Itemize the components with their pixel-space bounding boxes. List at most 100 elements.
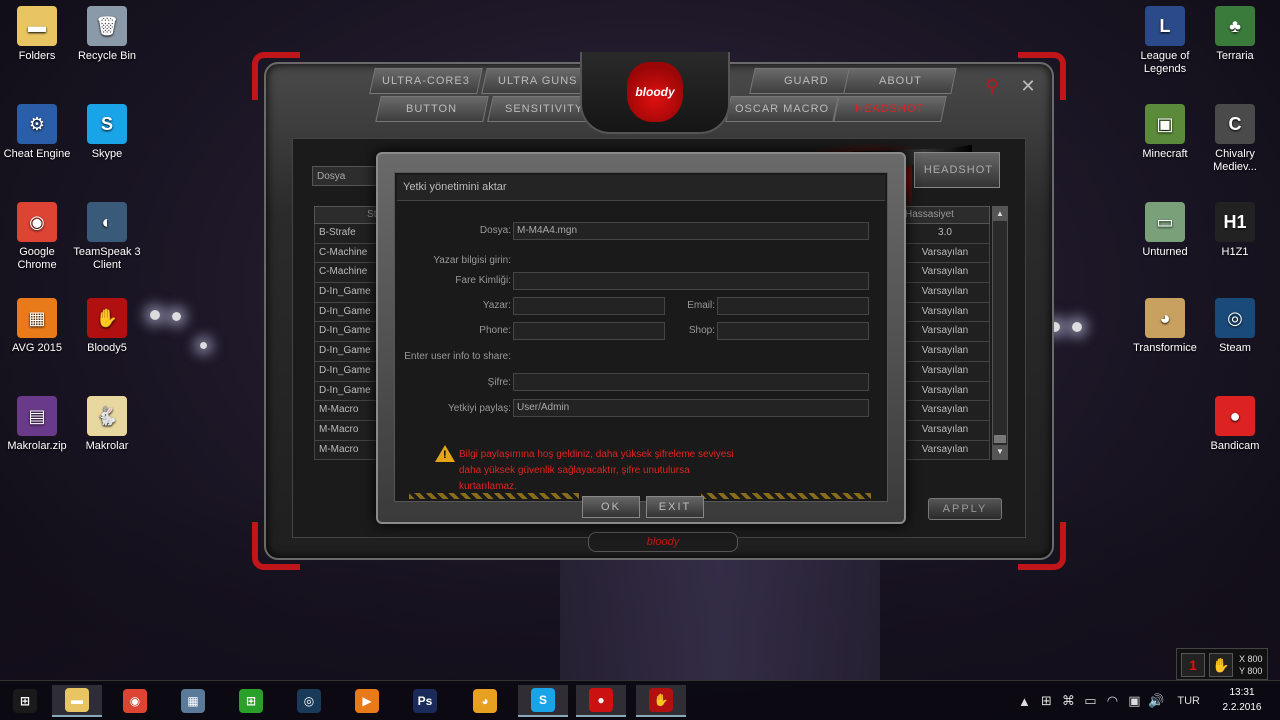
chevron-up-icon[interactable]: ▲ xyxy=(1013,694,1035,709)
desktop-icon[interactable]: ▬ Folders xyxy=(0,6,74,63)
desktop-icon[interactable]: 🗑 Recycle Bin xyxy=(70,6,144,63)
desktop-icon[interactable]: L League of Legends xyxy=(1128,6,1202,76)
sensitivity-row[interactable]: Varsayılan xyxy=(900,401,990,421)
desktop-icon-label: Cheat Engine xyxy=(3,148,71,160)
taskbar-item[interactable]: ▶ xyxy=(342,685,392,717)
skype-icon: S xyxy=(87,104,127,144)
phone-input[interactable] xyxy=(513,322,665,340)
taskbar-item[interactable]: ⊞ xyxy=(0,685,50,717)
taskbar-item[interactable]: ✋ xyxy=(636,685,686,717)
desktop-icon-label: Transformice xyxy=(1133,342,1197,354)
sensitivity-row[interactable]: Varsayılan xyxy=(900,283,990,303)
desktop-icon-label: H1Z1 xyxy=(1221,246,1249,258)
desktop-icon[interactable]: ✋ Bloody5 xyxy=(70,298,144,355)
sensitivity-row[interactable]: Varsayılan xyxy=(900,381,990,402)
sensitivity-row[interactable]: Varsayılan xyxy=(900,440,990,461)
logo-text: bloody xyxy=(635,85,675,99)
desktop-icon-label: Steam xyxy=(1219,342,1251,354)
headshot-button[interactable]: Headshot xyxy=(914,152,1000,188)
desktop-icon[interactable]: ▤ Makrolar.zip xyxy=(0,396,74,453)
desktop-icon-label: Minecraft xyxy=(1142,148,1188,160)
wallpaper-light xyxy=(1072,322,1082,332)
tab-ultra-guns[interactable]: Ultra Guns xyxy=(481,68,595,94)
tab-ultra-core3[interactable]: Ultra-Core3 xyxy=(369,68,483,94)
warning-text: Bilgi paylaşımına hoş geldiniz, daha yük… xyxy=(459,449,734,492)
taskbar-item[interactable]: ◉ xyxy=(110,685,160,717)
sensitivity-row[interactable]: Varsayılan xyxy=(900,302,990,323)
share-permission-select[interactable]: User/Admin xyxy=(513,399,869,417)
taskbar-item[interactable]: ▬ xyxy=(52,685,102,717)
desktop-icon[interactable]: ▭ Unturned xyxy=(1128,202,1202,259)
h1z1-icon: H1 xyxy=(1215,202,1255,242)
desktop-icon[interactable]: ⚙ Cheat Engine xyxy=(0,104,74,161)
tab-button[interactable]: Button xyxy=(375,96,489,122)
mouse-id-input[interactable] xyxy=(513,272,869,290)
tab-headshot[interactable]: Headshot xyxy=(833,96,947,122)
sensitivity-row[interactable]: Varsayılan xyxy=(900,263,990,284)
dosya-field[interactable]: Dosya xyxy=(312,166,382,186)
email-label: Email: xyxy=(687,300,715,311)
close-icon[interactable]: ✕ xyxy=(1018,76,1038,96)
email-input[interactable] xyxy=(717,297,869,315)
taskbar-item[interactable]: ◕ xyxy=(460,685,510,717)
file-explorer-icon: ▬ xyxy=(65,688,89,712)
headshot-mode-icon[interactable]: 1 xyxy=(1181,653,1205,677)
bloody-tray-widget[interactable]: 1 ✋ X 800 Y 800 xyxy=(1176,648,1268,680)
password-input[interactable] xyxy=(513,373,869,391)
taskbar-item[interactable]: ▦ xyxy=(168,685,218,717)
desktop-icon[interactable]: ▦ AVG 2015 xyxy=(0,298,74,355)
tab-oscar-macro[interactable]: Oscar Macro xyxy=(725,96,839,122)
chrome-icon: ◉ xyxy=(17,202,57,242)
taskbar-item[interactable]: ● xyxy=(576,685,626,717)
desktop-icon[interactable]: ◎ Steam xyxy=(1198,298,1272,355)
desktop-icon[interactable]: ▣ Minecraft xyxy=(1128,104,1202,161)
desktop-icon[interactable]: ◉ Google Chrome xyxy=(0,202,74,272)
chivalry-icon: C xyxy=(1215,104,1255,144)
shop-input[interactable] xyxy=(717,322,869,340)
sensitivity-row[interactable]: Varsayılan xyxy=(900,342,990,362)
tab-about[interactable]: About xyxy=(843,68,957,94)
language-indicator[interactable]: TUR xyxy=(1177,695,1200,707)
storage-icon[interactable]: ▭ xyxy=(1079,693,1101,709)
joystick-icon[interactable]: ⚲ xyxy=(982,76,1002,96)
scroll-up-icon[interactable]: ▲ xyxy=(993,207,1007,221)
desktop-icon[interactable]: S Skype xyxy=(70,104,144,161)
list-scrollbar[interactable]: ▲ ▼ xyxy=(992,206,1008,460)
scroll-down-icon[interactable]: ▼ xyxy=(993,445,1007,459)
network-icon[interactable]: ⌘ xyxy=(1057,693,1079,709)
sensitivity-row[interactable]: Varsayılan xyxy=(900,420,990,441)
avg-icon: ▦ xyxy=(17,298,57,338)
desktop-icon[interactable]: H1 H1Z1 xyxy=(1198,202,1272,259)
wifi-icon[interactable]: ◠ xyxy=(1101,693,1123,709)
desktop-icon[interactable]: C Chivalry Mediev... xyxy=(1198,104,1272,174)
sensitivity-row[interactable]: 3.0 xyxy=(900,224,990,244)
scroll-thumb[interactable] xyxy=(994,435,1006,443)
unturned-icon: ▭ xyxy=(1145,202,1185,242)
taskbar-item[interactable]: Ps xyxy=(400,685,450,717)
desktop-icon[interactable]: ◕ Transformice xyxy=(1128,298,1202,355)
desktop-icon[interactable]: ● Bandicam xyxy=(1198,396,1272,453)
desktop-icon[interactable]: 🐇 Makrolar xyxy=(70,396,144,453)
sensitivity-row[interactable]: Varsayılan xyxy=(900,243,990,264)
desktop-icon[interactable]: ◐ TeamSpeak 3 Client xyxy=(70,202,144,272)
notification-icon[interactable]: ▣ xyxy=(1123,693,1145,709)
taskbar-item[interactable]: ⊞ xyxy=(226,685,276,717)
exit-button[interactable]: EXIT xyxy=(646,496,704,518)
sensitivity-row[interactable]: Varsayılan xyxy=(900,361,990,382)
sensitivity-row[interactable]: Varsayılan xyxy=(900,322,990,343)
ok-button[interactable]: OK xyxy=(582,496,640,518)
dosya-input[interactable]: M-M4A4.mgn xyxy=(513,222,869,240)
author-input[interactable] xyxy=(513,297,665,315)
volume-icon[interactable]: 🔊 xyxy=(1145,693,1167,709)
apply-button[interactable]: APPLY xyxy=(928,498,1002,520)
taskbar-item[interactable]: S xyxy=(518,685,568,717)
taskbar-item[interactable]: ◎ xyxy=(284,685,334,717)
share-permission-dialog: Yetki yönetimini aktar Dosya: M-M4A4.mgn… xyxy=(376,152,906,524)
bloody-hand-icon[interactable]: ✋ xyxy=(1209,653,1233,677)
desktop-icon[interactable]: ♣ Terraria xyxy=(1198,6,1272,63)
clock-date: 2.2.2016 xyxy=(1222,702,1262,713)
clock[interactable]: 13:31 2.2.2016 xyxy=(1214,685,1270,715)
shop-label: Shop: xyxy=(688,325,715,336)
steam-icon: ◎ xyxy=(1215,298,1255,338)
windows-icon[interactable]: ⊞ xyxy=(1035,693,1057,709)
